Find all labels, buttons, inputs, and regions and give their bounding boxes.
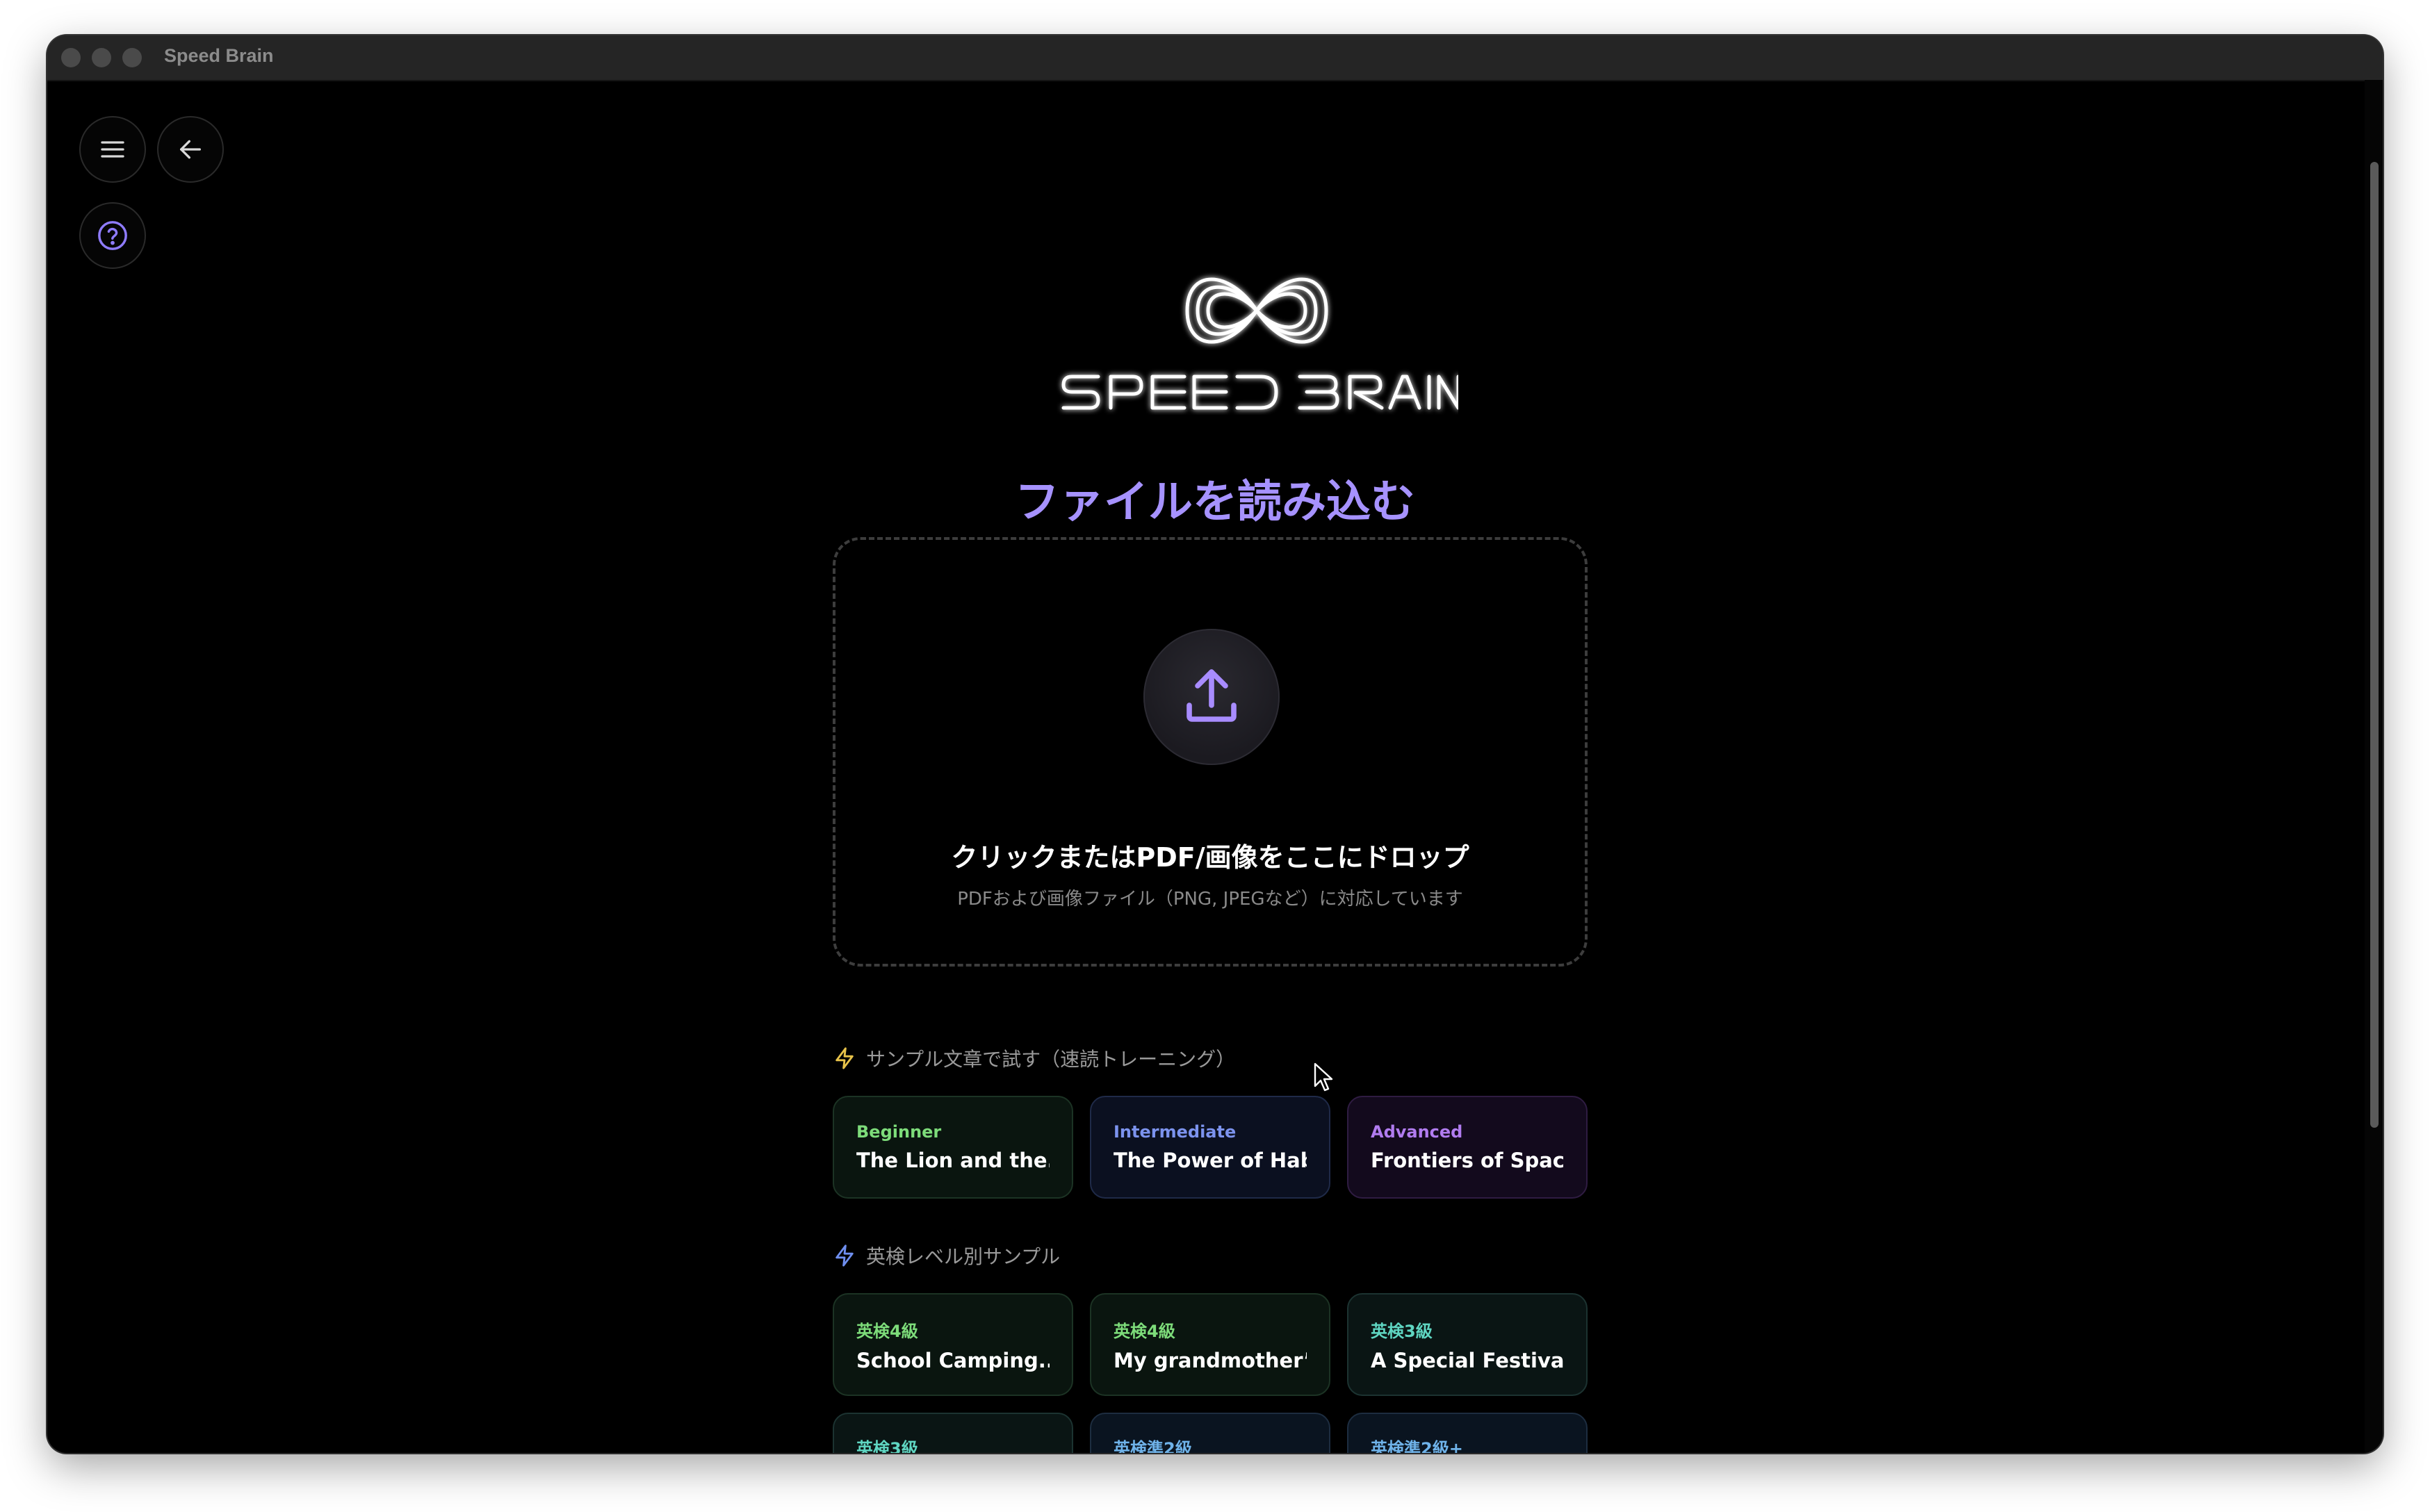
card-level: Advanced bbox=[1371, 1122, 1463, 1142]
app-window: Speed Brain ファイルを読み込む クリックまたはPDF/画像をここにド… bbox=[47, 35, 2383, 1453]
samples-label-text: サンプル文章で試す（速読トレーニング） bbox=[866, 1048, 1236, 1071]
card-title: My grandmother’... bbox=[1114, 1348, 1307, 1372]
minimize-window-button[interactable] bbox=[92, 48, 111, 67]
eiken-card[interactable]: 英検3級 A Special Festival ... bbox=[1347, 1293, 1588, 1396]
card-title: The Lion and the... bbox=[856, 1149, 1050, 1172]
eiken-card[interactable]: 英検準2級 bbox=[1090, 1413, 1330, 1453]
card-level: 英検準2級+ bbox=[1371, 1439, 1463, 1453]
card-level: Beginner bbox=[856, 1122, 942, 1142]
help-circle-icon bbox=[98, 221, 127, 250]
card-level: 英検4級 bbox=[1114, 1321, 1175, 1341]
close-window-button[interactable] bbox=[61, 48, 81, 67]
samples-section-label: サンプル文章で試す（速読トレーニング） bbox=[833, 1044, 1235, 1072]
menu-button[interactable] bbox=[79, 116, 146, 183]
menu-icon bbox=[101, 141, 124, 158]
sample-card-intermediate[interactable]: Intermediate The Power of Habit bbox=[1090, 1096, 1330, 1199]
eiken-label-text: 英検レベル別サンプル bbox=[866, 1245, 1061, 1268]
window-title: Speed Brain bbox=[164, 45, 274, 66]
lightning-icon bbox=[835, 1244, 854, 1267]
card-title: Frontiers of Space bbox=[1371, 1149, 1564, 1172]
file-dropzone[interactable]: クリックまたはPDF/画像をここにドロップ PDFおよび画像ファイル（PNG, … bbox=[833, 537, 1588, 967]
dropzone-instruction: クリックまたはPDF/画像をここにドロップ bbox=[951, 842, 1469, 873]
card-level: Intermediate bbox=[1114, 1122, 1237, 1142]
eiken-card[interactable]: 英検準2級+ bbox=[1347, 1413, 1588, 1453]
card-level: 英検3級 bbox=[856, 1439, 918, 1453]
eiken-card[interactable]: 英検3級 bbox=[833, 1413, 1073, 1453]
lightning-icon bbox=[835, 1047, 854, 1069]
back-button[interactable] bbox=[157, 116, 224, 183]
help-button[interactable] bbox=[79, 202, 146, 269]
scrollbar-thumb[interactable] bbox=[2370, 162, 2379, 1128]
card-title: A Special Festival ... bbox=[1371, 1348, 1564, 1372]
dropzone-supported-formats: PDFおよび画像ファイル（PNG, JPEGなど）に対応しています bbox=[957, 889, 1463, 910]
zoom-window-button[interactable] bbox=[122, 48, 142, 67]
scrollbar-track[interactable] bbox=[2365, 80, 2383, 1453]
card-title: The Power of Habit bbox=[1114, 1149, 1307, 1172]
title-bar: Speed Brain bbox=[47, 35, 2383, 81]
sample-card-beginner[interactable]: Beginner The Lion and the... bbox=[833, 1096, 1073, 1199]
arrow-left-icon bbox=[180, 140, 201, 159]
sample-card-advanced[interactable]: Advanced Frontiers of Space bbox=[1347, 1096, 1588, 1199]
card-level: 英検3級 bbox=[1371, 1321, 1433, 1341]
page-title: ファイルを読み込む bbox=[1015, 477, 1415, 528]
upload-button[interactable] bbox=[1143, 629, 1280, 765]
eiken-section-label: 英検レベル別サンプル bbox=[833, 1242, 1060, 1269]
card-level: 英検4級 bbox=[856, 1321, 918, 1341]
card-level: 英検準2級 bbox=[1114, 1439, 1192, 1453]
eiken-card[interactable]: 英検4級 School Camping... bbox=[833, 1293, 1073, 1396]
card-title: School Camping... bbox=[856, 1348, 1050, 1372]
upload-icon bbox=[1187, 669, 1237, 722]
speed-brain-logo bbox=[1061, 277, 1458, 410]
eiken-card[interactable]: 英検4級 My grandmother’... bbox=[1090, 1293, 1330, 1396]
mouse-cursor-icon bbox=[1314, 1062, 1333, 1092]
